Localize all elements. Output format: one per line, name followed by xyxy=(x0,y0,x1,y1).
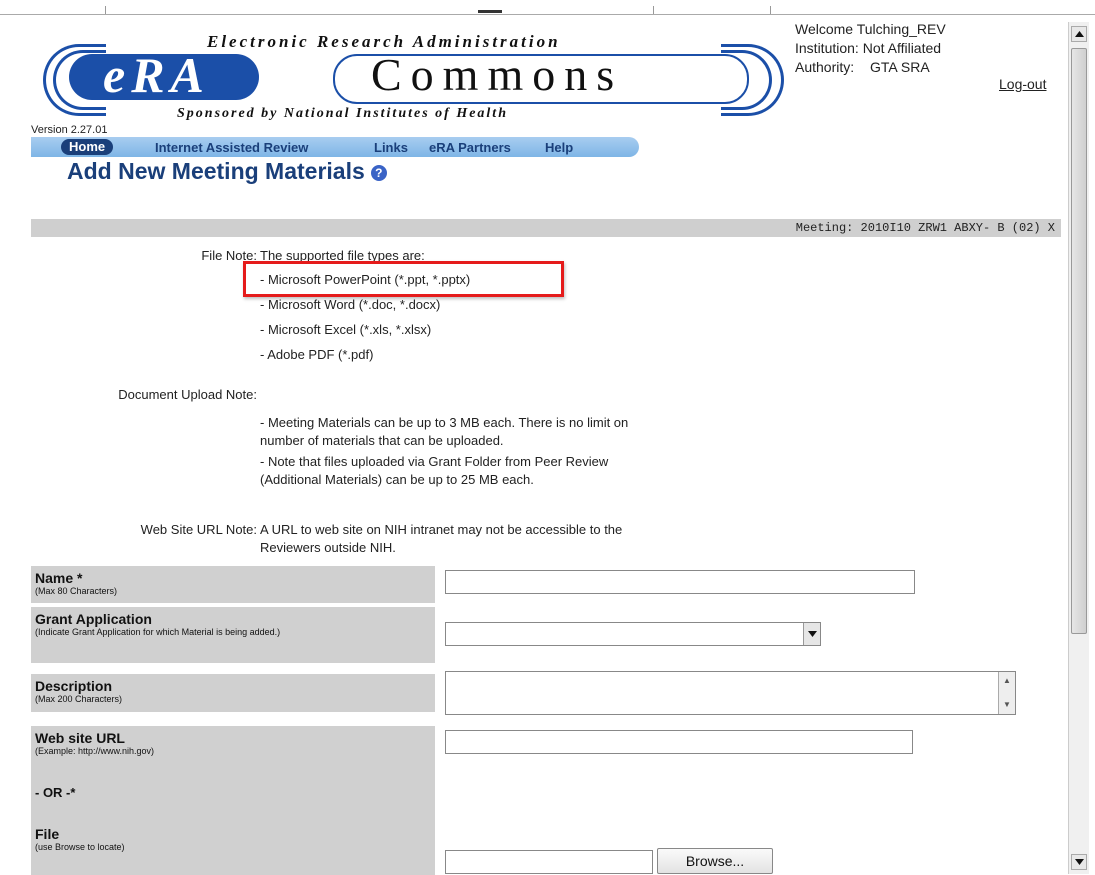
logo-commons: Commons xyxy=(371,49,624,100)
upload-note-label: Document Upload Note: xyxy=(118,387,257,402)
description-sublabel: (Max 200 Characters) xyxy=(35,694,123,704)
main-nav: Home Internet Assisted Review Links eRA … xyxy=(31,137,639,157)
file-input[interactable] xyxy=(445,850,653,874)
name-label-cell: Name * (Max 80 Characters) xyxy=(31,566,435,603)
page-content: Electronic Research Administration eRA C… xyxy=(31,14,1061,875)
window-divider xyxy=(653,6,654,14)
logo-era: eRA xyxy=(103,47,210,103)
window-top-edge xyxy=(0,0,1095,15)
scroll-down-icon[interactable]: ▼ xyxy=(1002,700,1012,710)
file-type-word: - Microsoft Word (*.doc, *.docx) xyxy=(260,297,441,312)
or-label: - OR -* xyxy=(35,785,76,800)
grant-sublabel: (Indicate Grant Application for which Ma… xyxy=(35,627,281,637)
authority-role: GTA SRA xyxy=(870,59,930,75)
url-note-line: Reviewers outside NIH. xyxy=(260,540,396,555)
grant-label: Grant Application xyxy=(35,611,152,627)
upload-note-line: number of materials that can be uploaded… xyxy=(260,433,504,448)
description-label-cell: Description (Max 200 Characters) xyxy=(31,674,435,712)
file-note-label: File Note: xyxy=(201,248,257,263)
scroll-up-icon[interactable]: ▲ xyxy=(1002,676,1012,686)
nav-era-partners[interactable]: eRA Partners xyxy=(429,140,511,155)
browse-button[interactable]: Browse... xyxy=(657,848,773,874)
file-label: File xyxy=(35,826,60,842)
scroll-up-icon[interactable] xyxy=(1071,26,1087,42)
upload-note-line: - Meeting Materials can be up to 3 MB ea… xyxy=(260,415,629,430)
description-label: Description xyxy=(35,678,113,694)
era-commons-logo: Electronic Research Administration eRA C… xyxy=(31,24,784,130)
nav-help[interactable]: Help xyxy=(545,140,573,155)
page-title-row: Add New Meeting Materials? xyxy=(67,158,387,185)
logout-link[interactable]: Log-out xyxy=(999,76,1046,92)
description-textarea[interactable]: ▲ ▼ xyxy=(445,671,1016,715)
chevron-down-icon[interactable] xyxy=(803,623,820,645)
window-divider xyxy=(770,6,771,14)
logo-tagline-bottom: Sponsored by National Institutes of Heal… xyxy=(177,106,508,121)
nav-internet-assisted-review[interactable]: Internet Assisted Review xyxy=(155,140,308,155)
authority-label: Authority: xyxy=(795,59,855,75)
url-note-label: Web Site URL Note: xyxy=(140,522,257,537)
window-drag-handle[interactable] xyxy=(478,10,502,13)
url-input[interactable] xyxy=(445,730,913,754)
file-type-pdf: - Adobe PDF (*.pdf) xyxy=(260,347,374,362)
description-scrollbar[interactable]: ▲ ▼ xyxy=(998,672,1015,714)
page-scrollbar[interactable] xyxy=(1068,22,1089,874)
name-sublabel: (Max 80 Characters) xyxy=(35,586,118,596)
grant-select[interactable] xyxy=(445,622,821,646)
file-type-excel: - Microsoft Excel (*.xls, *.xlsx) xyxy=(260,322,432,337)
authority-row: Authority: GTA SRA xyxy=(795,58,946,77)
upload-note-line: (Additional Materials) can be up to 25 M… xyxy=(260,472,534,487)
name-label: Name * xyxy=(35,570,83,586)
nav-home[interactable]: Home xyxy=(61,139,114,155)
page-title: Add New Meeting Materials xyxy=(67,158,365,184)
url-label-cell: Web site URL (Example: http://www.nih.go… xyxy=(31,726,435,875)
welcome-text: Welcome Tulching_REV xyxy=(795,21,946,37)
highlight-box xyxy=(243,261,564,297)
url-note-line: A URL to web site on NIH intranet may no… xyxy=(260,522,623,537)
user-info: Welcome Tulching_REV Institution: Not Af… xyxy=(795,20,946,77)
url-label: Web site URL xyxy=(35,730,125,746)
window-divider xyxy=(105,6,106,14)
meeting-info: Meeting: 2010I10 ZRW1 ABXY- B (02) X xyxy=(795,221,1055,235)
file-sublabel: (use Browse to locate) xyxy=(35,842,125,852)
meeting-bar: Meeting: 2010I10 ZRW1 ABXY- B (02) X xyxy=(31,219,1061,237)
name-input[interactable] xyxy=(445,570,915,594)
upload-note-line: - Note that files uploaded via Grant Fol… xyxy=(260,454,609,469)
institution-text: Institution: Not Affiliated xyxy=(795,40,942,56)
version-label: Version 2.27.01 xyxy=(31,124,108,136)
scrollbar-thumb[interactable] xyxy=(1071,48,1087,634)
nav-links[interactable]: Links xyxy=(374,140,408,155)
scroll-down-icon[interactable] xyxy=(1071,854,1087,870)
grant-label-cell: Grant Application (Indicate Grant Applic… xyxy=(31,607,435,663)
help-icon[interactable]: ? xyxy=(370,164,387,181)
url-sublabel: (Example: http://www.nih.gov) xyxy=(35,746,155,756)
